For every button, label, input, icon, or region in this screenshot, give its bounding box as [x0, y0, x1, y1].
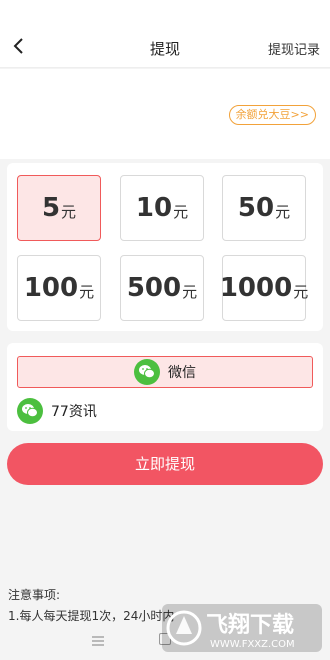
watermark-text: 飞翔下载	[206, 612, 294, 638]
notes-title: 注意事项:	[8, 588, 61, 602]
amount-option-50[interactable]: 50 元	[222, 175, 306, 241]
amount-unit: 元	[173, 202, 189, 221]
wechat-pay-option[interactable]: 微信	[17, 356, 313, 388]
wechat-account: 77资讯	[17, 398, 97, 424]
account-name: 77资讯	[51, 404, 97, 420]
payment-panel: 微信 77资讯	[7, 343, 323, 431]
menu-icon[interactable]	[92, 636, 104, 646]
amount-option-5[interactable]: 5元	[17, 175, 101, 241]
watermark-url: WWW.FXXZ.COM	[210, 639, 295, 650]
amount-grid: 5元 10 元 50 元 100 元 500 元 1000 元	[7, 163, 323, 331]
payment-method-label: 微信	[168, 365, 196, 381]
wechat-icon	[134, 359, 160, 385]
amount-unit: 元	[182, 282, 198, 301]
header-bar: 提现 提现记录	[0, 0, 330, 68]
watermark-logo: 飞翔下载 WWW.FXXZ.COM	[162, 604, 322, 652]
amount-unit: 元	[61, 202, 77, 221]
amount-value: 500	[126, 273, 182, 303]
amount-option-500[interactable]: 500 元	[120, 255, 204, 321]
amount-option-1000[interactable]: 1000 元	[219, 255, 309, 321]
withdraw-records-link[interactable]: 提现记录	[268, 39, 320, 58]
amount-value: 10	[135, 193, 173, 223]
amount-value: 5	[41, 193, 61, 223]
amount-value: 1000	[219, 273, 293, 303]
withdraw-now-button[interactable]: 立即提现	[7, 443, 323, 485]
exchange-beans-button[interactable]: 余额兑大豆>>	[228, 105, 316, 125]
amount-option-100[interactable]: 100 元	[17, 255, 101, 321]
amount-option-10[interactable]: 10 元	[120, 175, 204, 241]
amount-unit: 元	[275, 202, 291, 221]
balance-panel: 余额兑大豆>>	[0, 69, 330, 159]
amount-value: 50	[237, 193, 275, 223]
wechat-icon	[17, 398, 43, 424]
amount-unit: 元	[79, 282, 95, 301]
amount-unit: 元	[293, 282, 309, 301]
amount-value: 100	[23, 273, 79, 303]
notes-line-1: 1.每人每天提现1次，24小时内	[8, 609, 175, 623]
